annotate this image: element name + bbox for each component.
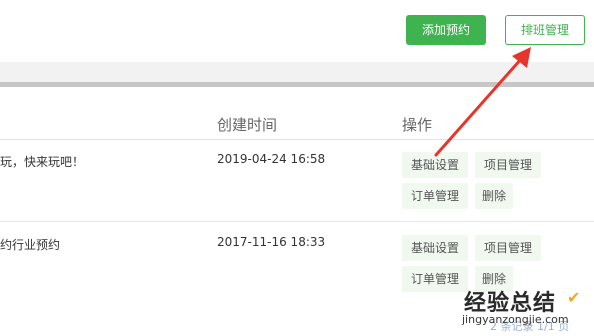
watermark-subtitle: jingyanzongjie.com (462, 313, 569, 326)
order-management-button[interactable]: 订单管理 (402, 183, 468, 209)
project-management-button[interactable]: 项目管理 (475, 152, 541, 178)
toolbar-divider (0, 62, 594, 82)
delete-button[interactable]: 删除 (475, 183, 513, 209)
row-created: 2019-04-24 16:58 (217, 152, 326, 166)
schedule-management-button[interactable]: 排班管理 (505, 15, 585, 45)
toolbar: 添加预约 排班管理 (0, 0, 594, 62)
column-header-created: 创建时间 (217, 116, 278, 134)
table-row: 玩，快来玩吧！ 2019-04-24 16:58 基础设置 项目管理 订单管理 … (0, 139, 594, 222)
add-appointment-button[interactable]: 添加预约 (406, 15, 486, 45)
watermark: 经验总结 ✔ jingyanzongjie.com (458, 285, 594, 336)
basic-settings-button[interactable]: 基础设置 (402, 152, 468, 178)
check-icon: ✔ (567, 288, 581, 307)
row-name: 玩，快来玩吧！ (0, 155, 85, 169)
row-created: 2017-11-16 18:33 (217, 235, 326, 249)
table-header: 创建时间 操作 (0, 87, 594, 140)
column-header-actions: 操作 (402, 116, 433, 134)
project-management-button[interactable]: 项目管理 (475, 235, 541, 261)
row-name: 约行业预约 (0, 238, 61, 252)
basic-settings-button[interactable]: 基础设置 (402, 235, 468, 261)
